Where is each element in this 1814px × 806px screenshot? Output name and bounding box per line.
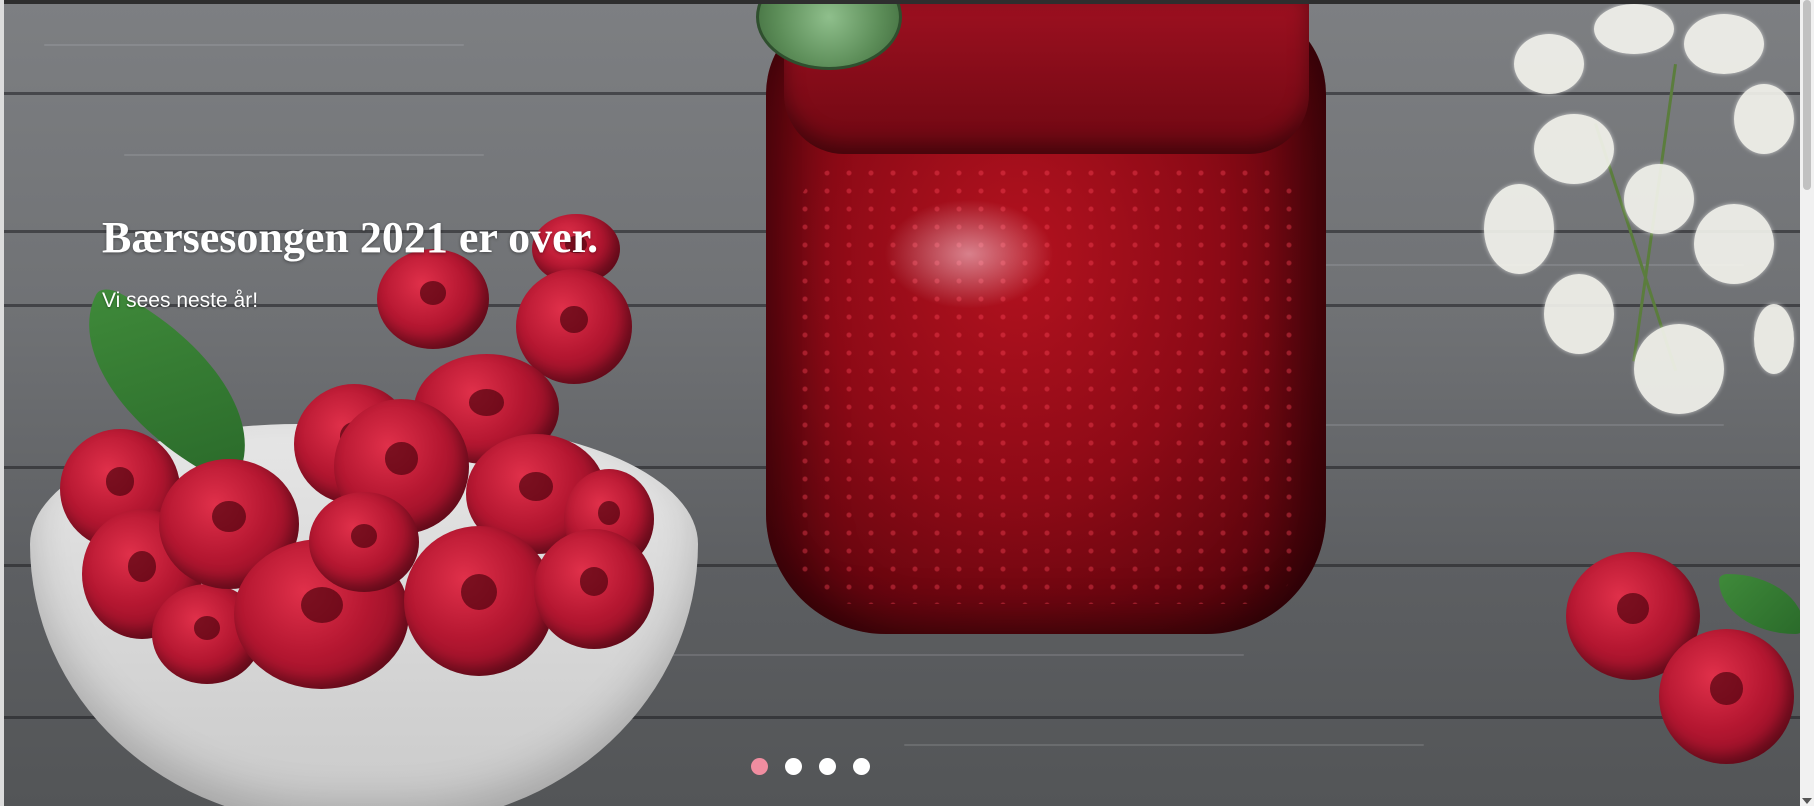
carousel-indicators (751, 758, 870, 775)
raspberry (534, 529, 654, 649)
carousel-dot-4[interactable] (853, 758, 870, 775)
hero-banner: Bærsesongen 2021 er over. Vi sees neste … (4, 4, 1800, 806)
hero-title: Bærsesongen 2021 er over. (102, 213, 599, 262)
vertical-scrollbar[interactable] (1800, 0, 1814, 806)
jar-highlight (884, 199, 1054, 309)
scrollbar-thumb[interactable] (1803, 0, 1811, 190)
raspberry-leaf (1719, 574, 1800, 634)
carousel-dot-1[interactable] (751, 758, 768, 775)
carousel-dot-3[interactable] (819, 758, 836, 775)
carousel-dot-2[interactable] (785, 758, 802, 775)
raspberry (404, 526, 554, 676)
raspberry (1659, 629, 1794, 764)
cow-parsley-flowers (1474, 4, 1800, 434)
hero-text: Bærsesongen 2021 er over. Vi sees neste … (102, 212, 598, 313)
jam-seeds (794, 164, 1304, 604)
hero-subtitle: Vi sees neste år! (102, 289, 259, 312)
raspberry (309, 492, 419, 592)
scroll-down-arrow-icon[interactable] (1802, 798, 1812, 804)
